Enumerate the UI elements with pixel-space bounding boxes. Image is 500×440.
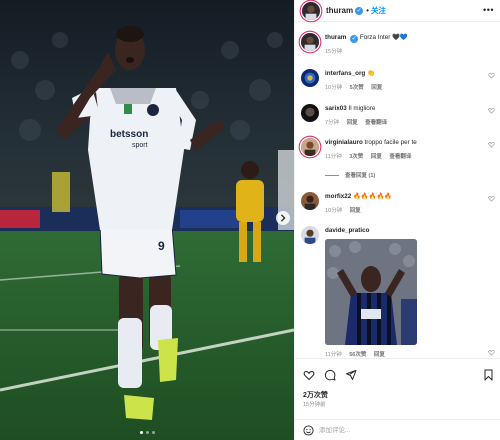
shirt-number: 9 [158, 239, 165, 253]
like-comment-icon[interactable] [488, 195, 495, 202]
comment-body: sarix03 Il migliore [325, 105, 485, 113]
comment-text: Forza Inter 🖤💙 [359, 34, 408, 41]
follow-button[interactable]: 关注 [371, 5, 386, 16]
sponsor-text: betsson [110, 129, 148, 140]
comment-meta: 11分钟 3次赞 回复 查看翻译 [325, 152, 417, 160]
comment-meta: 10分钟 5次赞 回复 [325, 83, 388, 91]
like-comment-icon[interactable] [488, 107, 495, 114]
post-header: thuram ✓ • 关注 ••• [295, 0, 500, 22]
carousel-dot [145, 431, 149, 434]
sponsor-sub: sport [132, 142, 148, 149]
comment-text: Il migliore [348, 105, 376, 112]
likes-count[interactable]: 2万次赞 [303, 390, 328, 400]
commenter-avatar[interactable] [301, 138, 319, 156]
comment-time: 10分钟 [325, 85, 343, 91]
commenter-avatar[interactable] [301, 226, 319, 244]
action-icons [303, 369, 357, 381]
view-replies-button[interactable]: 查看回复 (1) [325, 171, 375, 179]
comment-time: 11分钟 [325, 154, 342, 160]
like-comment-icon[interactable] [488, 72, 495, 79]
comment-meta: 10分钟 回复 [325, 206, 367, 214]
post-actions: 2万次赞 15分钟前 [295, 358, 500, 440]
post-media[interactable]: 9 betsson sport [0, 0, 294, 440]
comment-meta: 11分钟 56次赞 回复 [325, 350, 391, 358]
view-replies-label: 查看回复 (1) [345, 173, 376, 179]
comment-body: davide_pratico [325, 227, 485, 235]
like-comment-icon[interactable] [488, 141, 495, 148]
carousel-dot [151, 431, 155, 434]
comment-composer [295, 419, 500, 440]
separator-dot: • [366, 6, 369, 15]
commenter-avatar[interactable] [301, 192, 319, 210]
commenter-avatar[interactable] [301, 69, 319, 87]
comment-body: thuram ✓ Forza Inter 🖤💙 [325, 34, 485, 43]
like-comment-icon[interactable] [488, 349, 495, 356]
reply-button[interactable]: 回复 [371, 154, 382, 160]
reply-button[interactable]: 回复 [371, 85, 382, 91]
comment-body: virginialauro troppo facile per te [325, 139, 485, 147]
author-username[interactable]: thuram [326, 6, 353, 15]
comment-text: 🔥🔥🔥🔥🔥 [353, 193, 393, 200]
replies-line [325, 175, 339, 177]
comment-text: 👏 [367, 70, 375, 77]
reply-button[interactable]: 回复 [347, 120, 358, 126]
comment-username[interactable]: sarix03 [325, 105, 347, 112]
verified-icon: ✓ [350, 35, 359, 43]
emoji-icon[interactable] [303, 425, 314, 436]
translate-button[interactable]: 查看翻译 [365, 120, 387, 126]
comment-time: 10分钟 [325, 208, 343, 214]
post-time: 15分钟前 [303, 402, 326, 408]
save-bookmark-icon[interactable] [483, 369, 494, 381]
comment-meta: 15分钟 [325, 47, 348, 55]
comment-likes[interactable]: 5次赞 [350, 85, 364, 91]
commenter-avatar[interactable] [301, 33, 319, 51]
comment-gif[interactable] [325, 239, 417, 345]
comment-likes[interactable]: 3次赞 [349, 154, 363, 160]
comment-time: 15分钟 [325, 49, 343, 55]
comment-time: 7分钟 [325, 120, 340, 126]
chevron-right-icon [280, 214, 286, 222]
comment-username[interactable]: virginialauro [325, 139, 363, 146]
post-side-panel: thuram ✓ • 关注 ••• thuram ✓ Forza Inter 🖤… [294, 0, 500, 440]
comment-username[interactable]: interfans_org [325, 70, 365, 77]
comment-username[interactable]: morfix22 [325, 193, 351, 200]
comment-text: troppo facile per te [364, 139, 417, 146]
reply-button[interactable]: 回复 [350, 208, 361, 214]
comment-body: interfans_org 👏 [325, 70, 485, 78]
gif-image [325, 239, 417, 345]
post-photo: 9 betsson sport [0, 0, 294, 440]
commenter-avatar[interactable] [301, 104, 319, 122]
comment-username[interactable]: thuram [325, 34, 346, 41]
verified-icon: ✓ [355, 6, 364, 15]
author-avatar[interactable] [302, 1, 320, 20]
carousel-indicator [0, 431, 294, 434]
carousel-dot [139, 431, 143, 434]
comment-meta: 7分钟 回复 查看翻译 [325, 118, 393, 126]
comment-bubble-icon[interactable] [324, 369, 336, 381]
translate-button[interactable]: 查看翻译 [389, 154, 411, 160]
comment-body: morfix22 🔥🔥🔥🔥🔥 [325, 193, 485, 201]
carousel-next-button[interactable] [276, 211, 290, 225]
comment-input[interactable] [319, 424, 479, 437]
like-heart-icon[interactable] [303, 369, 315, 381]
more-horizontal-icon[interactable]: ••• [483, 5, 494, 15]
share-send-icon[interactable] [345, 369, 357, 381]
comment-username[interactable]: davide_pratico [325, 227, 369, 234]
